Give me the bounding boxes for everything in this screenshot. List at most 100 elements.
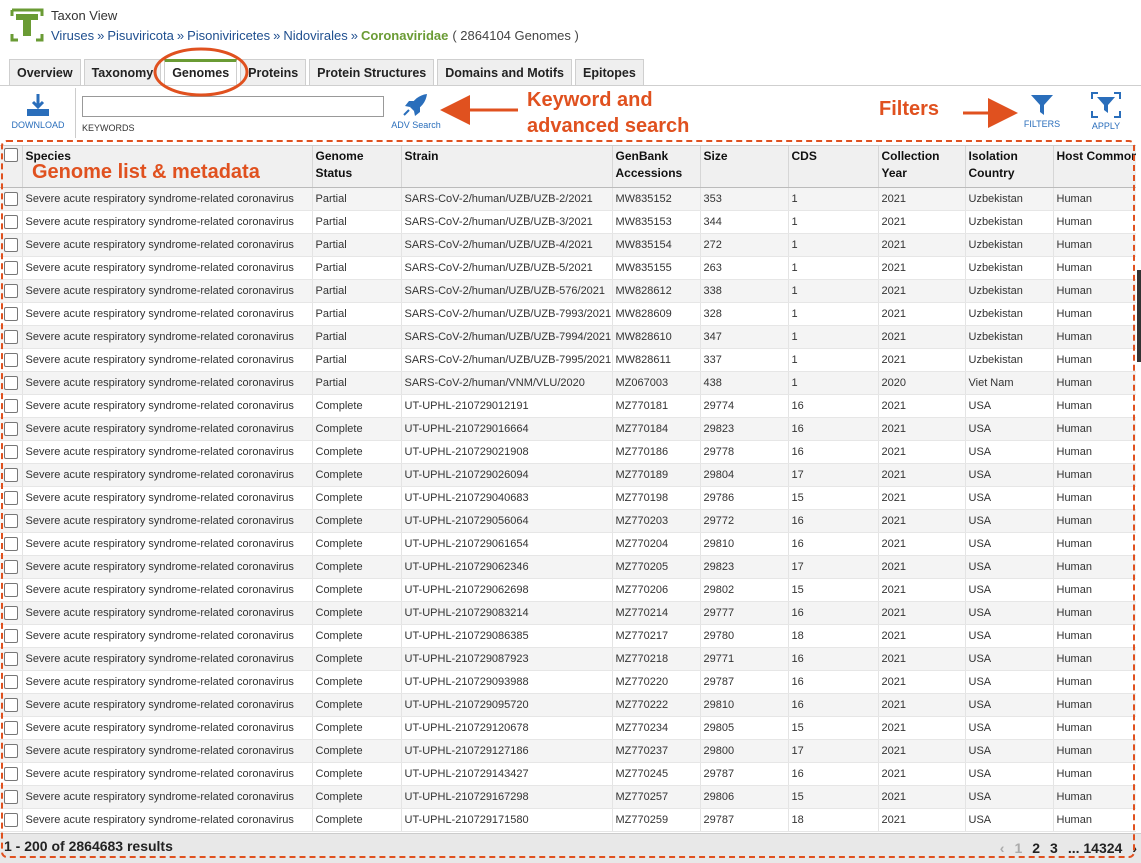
cell-genbank-accession[interactable]: MZ770259 <box>612 808 701 832</box>
tab-genomes[interactable]: Genomes <box>164 59 238 86</box>
pager-prev[interactable]: ‹ <box>1000 840 1005 856</box>
table-row[interactable]: Severe acute respiratory syndrome-relate… <box>0 486 1136 510</box>
column-header-strain[interactable]: Strain <box>401 146 613 188</box>
pager-page-1[interactable]: 1 <box>1014 840 1022 856</box>
cell-genbank-accession[interactable]: MW828611 <box>612 348 701 372</box>
tab-domains-and-motifs[interactable]: Domains and Motifs <box>437 59 572 86</box>
table-row[interactable]: Severe acute respiratory syndrome-relate… <box>0 785 1136 809</box>
table-row[interactable]: Severe acute respiratory syndrome-relate… <box>0 348 1136 372</box>
breadcrumb-nidovirales[interactable]: Nidovirales <box>283 28 347 43</box>
cell-genbank-accession[interactable]: MZ770198 <box>612 486 701 510</box>
row-checkbox[interactable] <box>4 559 18 574</box>
cell-genbank-accession[interactable]: MZ770245 <box>612 762 701 786</box>
column-header-isolation-country[interactable]: Isolation Country <box>965 146 1054 188</box>
row-checkbox[interactable] <box>4 720 18 735</box>
cell-genbank-accession[interactable]: MW835153 <box>612 210 701 234</box>
row-checkbox[interactable] <box>4 812 18 827</box>
table-row[interactable]: Severe acute respiratory syndrome-relate… <box>0 578 1136 602</box>
column-header-host-common-name[interactable]: Host Common Name <box>1053 146 1136 188</box>
row-checkbox[interactable] <box>4 283 18 298</box>
column-header-genome-status[interactable]: Genome Status <box>312 146 402 188</box>
table-row[interactable]: Severe acute respiratory syndrome-relate… <box>0 739 1136 763</box>
cell-genbank-accession[interactable]: MZ770181 <box>612 394 701 418</box>
cell-genbank-accession[interactable]: MZ770214 <box>612 601 701 625</box>
table-row[interactable]: Severe acute respiratory syndrome-relate… <box>0 210 1136 234</box>
column-header-genbank-accessions[interactable]: GenBank Accessions <box>612 146 701 188</box>
row-checkbox[interactable] <box>4 697 18 712</box>
row-checkbox[interactable] <box>4 605 18 620</box>
cell-genbank-accession[interactable]: MZ770257 <box>612 785 701 809</box>
table-row[interactable]: Severe acute respiratory syndrome-relate… <box>0 256 1136 280</box>
table-row[interactable]: Severe acute respiratory syndrome-relate… <box>0 394 1136 418</box>
row-checkbox[interactable] <box>4 191 18 206</box>
row-checkbox[interactable] <box>4 329 18 344</box>
table-row[interactable]: Severe acute respiratory syndrome-relate… <box>0 233 1136 257</box>
row-checkbox[interactable] <box>4 375 18 390</box>
row-checkbox[interactable] <box>4 490 18 505</box>
tab-taxonomy[interactable]: Taxonomy <box>83 59 162 86</box>
row-checkbox[interactable] <box>4 789 18 804</box>
row-checkbox[interactable] <box>4 398 18 413</box>
row-checkbox[interactable] <box>4 237 18 252</box>
row-checkbox[interactable] <box>4 651 18 666</box>
tab-protein-structures[interactable]: Protein Structures <box>309 59 435 86</box>
table-row[interactable]: Severe acute respiratory syndrome-relate… <box>0 509 1136 533</box>
select-all-checkbox[interactable] <box>4 147 18 162</box>
filters-button[interactable]: FILTERS <box>1016 93 1068 129</box>
table-row[interactable]: Severe acute respiratory syndrome-relate… <box>0 716 1136 740</box>
cell-genbank-accession[interactable]: MZ770218 <box>612 647 701 671</box>
pager-next[interactable]: › <box>1132 840 1137 856</box>
table-row[interactable]: Severe acute respiratory syndrome-relate… <box>0 279 1136 303</box>
row-checkbox[interactable] <box>4 214 18 229</box>
tab-proteins[interactable]: Proteins <box>240 59 307 86</box>
breadcrumb-pisoniviricetes[interactable]: Pisoniviricetes <box>187 28 270 43</box>
table-row[interactable]: Severe acute respiratory syndrome-relate… <box>0 463 1136 487</box>
row-checkbox[interactable] <box>4 743 18 758</box>
column-header-size[interactable]: Size <box>700 146 789 188</box>
cell-genbank-accession[interactable]: MZ770206 <box>612 578 701 602</box>
pager-page-3[interactable]: 3 <box>1050 840 1058 856</box>
table-row[interactable]: Severe acute respiratory syndrome-relate… <box>0 762 1136 786</box>
apply-button[interactable]: APPLY <box>1080 91 1132 131</box>
table-row[interactable]: Severe acute respiratory syndrome-relate… <box>0 371 1136 395</box>
cell-genbank-accession[interactable]: MZ770222 <box>612 693 701 717</box>
cell-genbank-accession[interactable]: MZ770205 <box>612 555 701 579</box>
table-row[interactable]: Severe acute respiratory syndrome-relate… <box>0 624 1136 648</box>
cell-genbank-accession[interactable]: MZ770220 <box>612 670 701 694</box>
table-row[interactable]: Severe acute respiratory syndrome-relate… <box>0 187 1136 211</box>
cell-genbank-accession[interactable]: MZ770217 <box>612 624 701 648</box>
cell-genbank-accession[interactable]: MZ770204 <box>612 532 701 556</box>
pager-page-2[interactable]: 2 <box>1032 840 1040 856</box>
table-row[interactable]: Severe acute respiratory syndrome-relate… <box>0 808 1136 832</box>
download-button[interactable]: DOWNLOAD <box>8 92 68 130</box>
keywords-input[interactable] <box>82 96 384 117</box>
cell-genbank-accession[interactable]: MZ770203 <box>612 509 701 533</box>
breadcrumb-viruses[interactable]: Viruses <box>51 28 94 43</box>
table-row[interactable]: Severe acute respiratory syndrome-relate… <box>0 601 1136 625</box>
cell-genbank-accession[interactable]: MZ770184 <box>612 417 701 441</box>
cell-genbank-accession[interactable]: MZ770186 <box>612 440 701 464</box>
cell-genbank-accession[interactable]: MW835154 <box>612 233 701 257</box>
table-row[interactable]: Severe acute respiratory syndrome-relate… <box>0 555 1136 579</box>
cell-genbank-accession[interactable]: MZ770189 <box>612 463 701 487</box>
row-checkbox[interactable] <box>4 628 18 643</box>
cell-genbank-accession[interactable]: MZ770237 <box>612 739 701 763</box>
cell-genbank-accession[interactable]: MZ770234 <box>612 716 701 740</box>
row-checkbox[interactable] <box>4 421 18 436</box>
breadcrumb-pisuviricota[interactable]: Pisuviricota <box>107 28 173 43</box>
cell-genbank-accession[interactable]: MW835155 <box>612 256 701 280</box>
row-checkbox[interactable] <box>4 444 18 459</box>
table-row[interactable]: Severe acute respiratory syndrome-relate… <box>0 647 1136 671</box>
pager-page-last[interactable]: ... 14324 <box>1068 840 1123 856</box>
row-checkbox[interactable] <box>4 306 18 321</box>
column-header-cds[interactable]: CDS <box>788 146 879 188</box>
row-checkbox[interactable] <box>4 536 18 551</box>
row-checkbox[interactable] <box>4 467 18 482</box>
tab-epitopes[interactable]: Epitopes <box>575 59 644 86</box>
row-checkbox[interactable] <box>4 352 18 367</box>
table-row[interactable]: Severe acute respiratory syndrome-relate… <box>0 325 1136 349</box>
cell-genbank-accession[interactable]: MZ067003 <box>612 371 701 395</box>
tab-overview[interactable]: Overview <box>9 59 81 86</box>
cell-genbank-accession[interactable]: MW835152 <box>612 187 701 211</box>
table-row[interactable]: Severe acute respiratory syndrome-relate… <box>0 693 1136 717</box>
